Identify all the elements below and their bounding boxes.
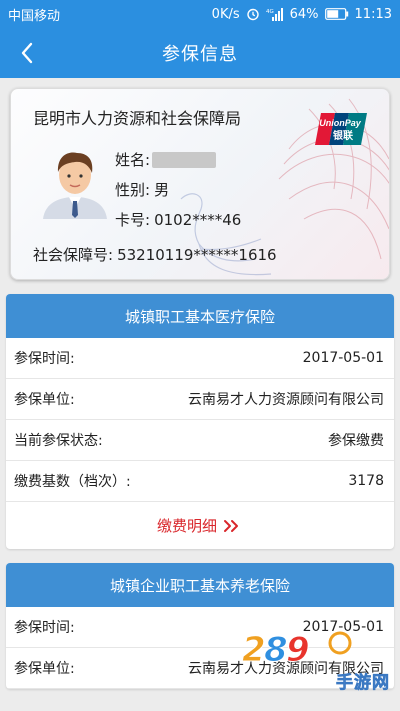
social-security-card: 昆明市人力资源和社会保障局 UnionPay 银联 姓名: 性别: 男 卡号: … <box>10 88 390 280</box>
battery-percent: 64% <box>289 6 319 22</box>
panel-title: 城镇企业职工基本养老保险 <box>6 563 394 607</box>
clock: 11:13 <box>354 6 392 22</box>
status-right: 0K/s 4G 64% 11:13 <box>212 7 392 22</box>
issuer-name: 昆明市人力资源和社会保障局 <box>33 109 242 128</box>
gender-value: 男 <box>154 181 170 199</box>
row-label: 参保时间: <box>14 620 75 636</box>
chevron-left-icon <box>21 42 33 64</box>
ssn-label: 社会保障号: <box>33 246 114 264</box>
page-title: 参保信息 <box>162 44 238 65</box>
battery-icon <box>324 8 349 20</box>
list-item: 参保时间: 2017-05-01 <box>6 338 394 379</box>
card-number-value: 0102****46 <box>154 210 242 229</box>
unionpay-logo: UnionPay 银联 <box>315 113 367 145</box>
status-bar: 中国移动 0K/s 4G 64% 11:13 <box>0 0 400 28</box>
watermark-text: 手游网 <box>336 673 390 694</box>
payment-detail-link[interactable]: 缴费明细 <box>6 502 394 549</box>
carrier-label: 中国移动 <box>8 8 61 24</box>
payment-detail-label: 缴费明细 <box>156 517 217 535</box>
list-item: 当前参保状态: 参保缴费 <box>6 420 394 461</box>
name-label: 姓名: <box>115 151 151 169</box>
name-mask <box>152 151 217 168</box>
list-item: 参保单位: 云南易才人力资源顾问有限公司 <box>6 379 394 420</box>
svg-text:9: 9 <box>286 630 310 670</box>
name-field: 姓名: <box>115 149 217 170</box>
row-label: 参保单位: <box>14 661 75 677</box>
signal-icon: 4G <box>266 7 284 21</box>
bird-watermark-decoration <box>180 193 272 276</box>
svg-text:2: 2 <box>242 630 266 670</box>
row-value: 2017-05-01 <box>302 350 384 366</box>
ssn-field: 社会保障号: 53210119******1616 <box>33 244 277 265</box>
row-label: 缴费基数（档次）: <box>14 474 131 490</box>
svg-text:4G: 4G <box>266 9 274 15</box>
row-value: 云南易才人力资源顾问有限公司 <box>188 392 384 408</box>
panel-title: 城镇职工基本医疗保险 <box>6 294 394 338</box>
row-label: 当前参保状态: <box>14 433 103 449</box>
svg-text:UnionPay: UnionPay <box>319 118 362 128</box>
list-item: 缴费基数（档次）: 3178 <box>6 461 394 502</box>
card-number-label: 卡号: <box>115 211 151 229</box>
double-chevron-right-icon <box>223 519 241 533</box>
row-value: 3178 <box>348 473 384 489</box>
row-value: 参保缴费 <box>328 433 384 449</box>
ssn-value: 53210119******1616 <box>117 245 277 264</box>
gender-field: 性别: 男 <box>115 179 169 200</box>
gender-label: 性别: <box>115 181 151 199</box>
medical-insurance-panel: 城镇职工基本医疗保险 参保时间: 2017-05-01 参保单位: 云南易才人力… <box>6 294 394 549</box>
row-label: 参保时间: <box>14 351 75 367</box>
back-button[interactable] <box>12 38 42 68</box>
nav-bar: 参保信息 <box>0 28 400 78</box>
svg-text:银联: 银联 <box>333 129 353 142</box>
network-speed: 0K/s <box>211 6 240 22</box>
svg-text:8: 8 <box>264 630 288 670</box>
alarm-icon <box>246 7 260 21</box>
row-label: 参保单位: <box>14 392 75 408</box>
card-number-field: 卡号: 0102****46 <box>115 209 241 230</box>
avatar <box>43 152 107 219</box>
